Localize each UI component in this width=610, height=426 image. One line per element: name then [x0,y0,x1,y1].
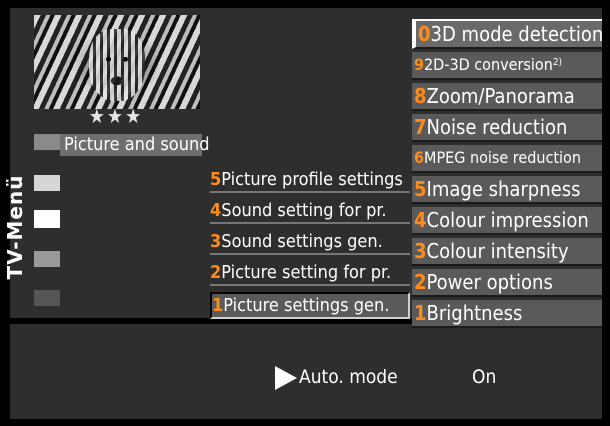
picture-sound-submenu: 5Picture profile settings 4Sound setting… [210,168,410,325]
category-icon-picture-sound[interactable] [34,134,60,150]
tv-menu-title: TV-Menü [3,174,27,280]
settings-item[interactable]: 1Brightness [412,300,602,328]
tv-menu-screen: ★★★ TV-Menü Picture and sound 5Picture p… [0,0,610,426]
category-icon-4[interactable] [34,251,60,267]
play-arrow-icon [275,365,297,390]
rating-stars: ★★★ [88,104,144,128]
settings-item[interactable]: 4Colour impression [412,207,602,235]
settings-item[interactable]: 5Image sharpness [412,176,602,204]
submenu-item[interactable]: 3Sound settings gen. [210,230,410,255]
submenu-item[interactable]: 2Picture setting for pr. [210,261,410,286]
settings-item[interactable]: 92D-3D conversion2) [412,52,602,80]
settings-item[interactable]: 3Colour intensity [412,238,602,266]
setting-value[interactable]: On [472,362,496,392]
settings-item[interactable]: 6MPEG noise reduction [412,145,602,173]
submenu-item[interactable]: 4Sound setting for pr. [210,199,410,224]
submenu-item[interactable]: 5Picture profile settings [210,168,410,193]
auto-mode-setting[interactable]: Auto. mode [275,362,398,392]
category-label-picture-sound[interactable]: Picture and sound [60,134,210,156]
settings-item[interactable]: 2Power options [412,269,602,297]
category-icon-5[interactable] [34,290,60,306]
category-icon-2[interactable] [34,175,60,191]
tv-menu-vertical-label: TV-Menü [2,157,28,297]
tiger-face-image [89,29,145,101]
submenu-item-selected[interactable]: 1Picture settings gen. [210,292,410,319]
settings-item[interactable]: 7Noise reduction [412,114,602,142]
settings-item[interactable]: 03D mode detection [412,19,603,49]
settings-item[interactable]: 8Zoom/Panorama [412,83,602,111]
category-icon-3[interactable] [34,210,60,228]
picture-settings-submenu: 03D mode detection 92D-3D conversion2) 8… [412,19,603,328]
setting-label: Auto. mode [299,366,398,388]
tiger-thumbnail [34,15,200,109]
